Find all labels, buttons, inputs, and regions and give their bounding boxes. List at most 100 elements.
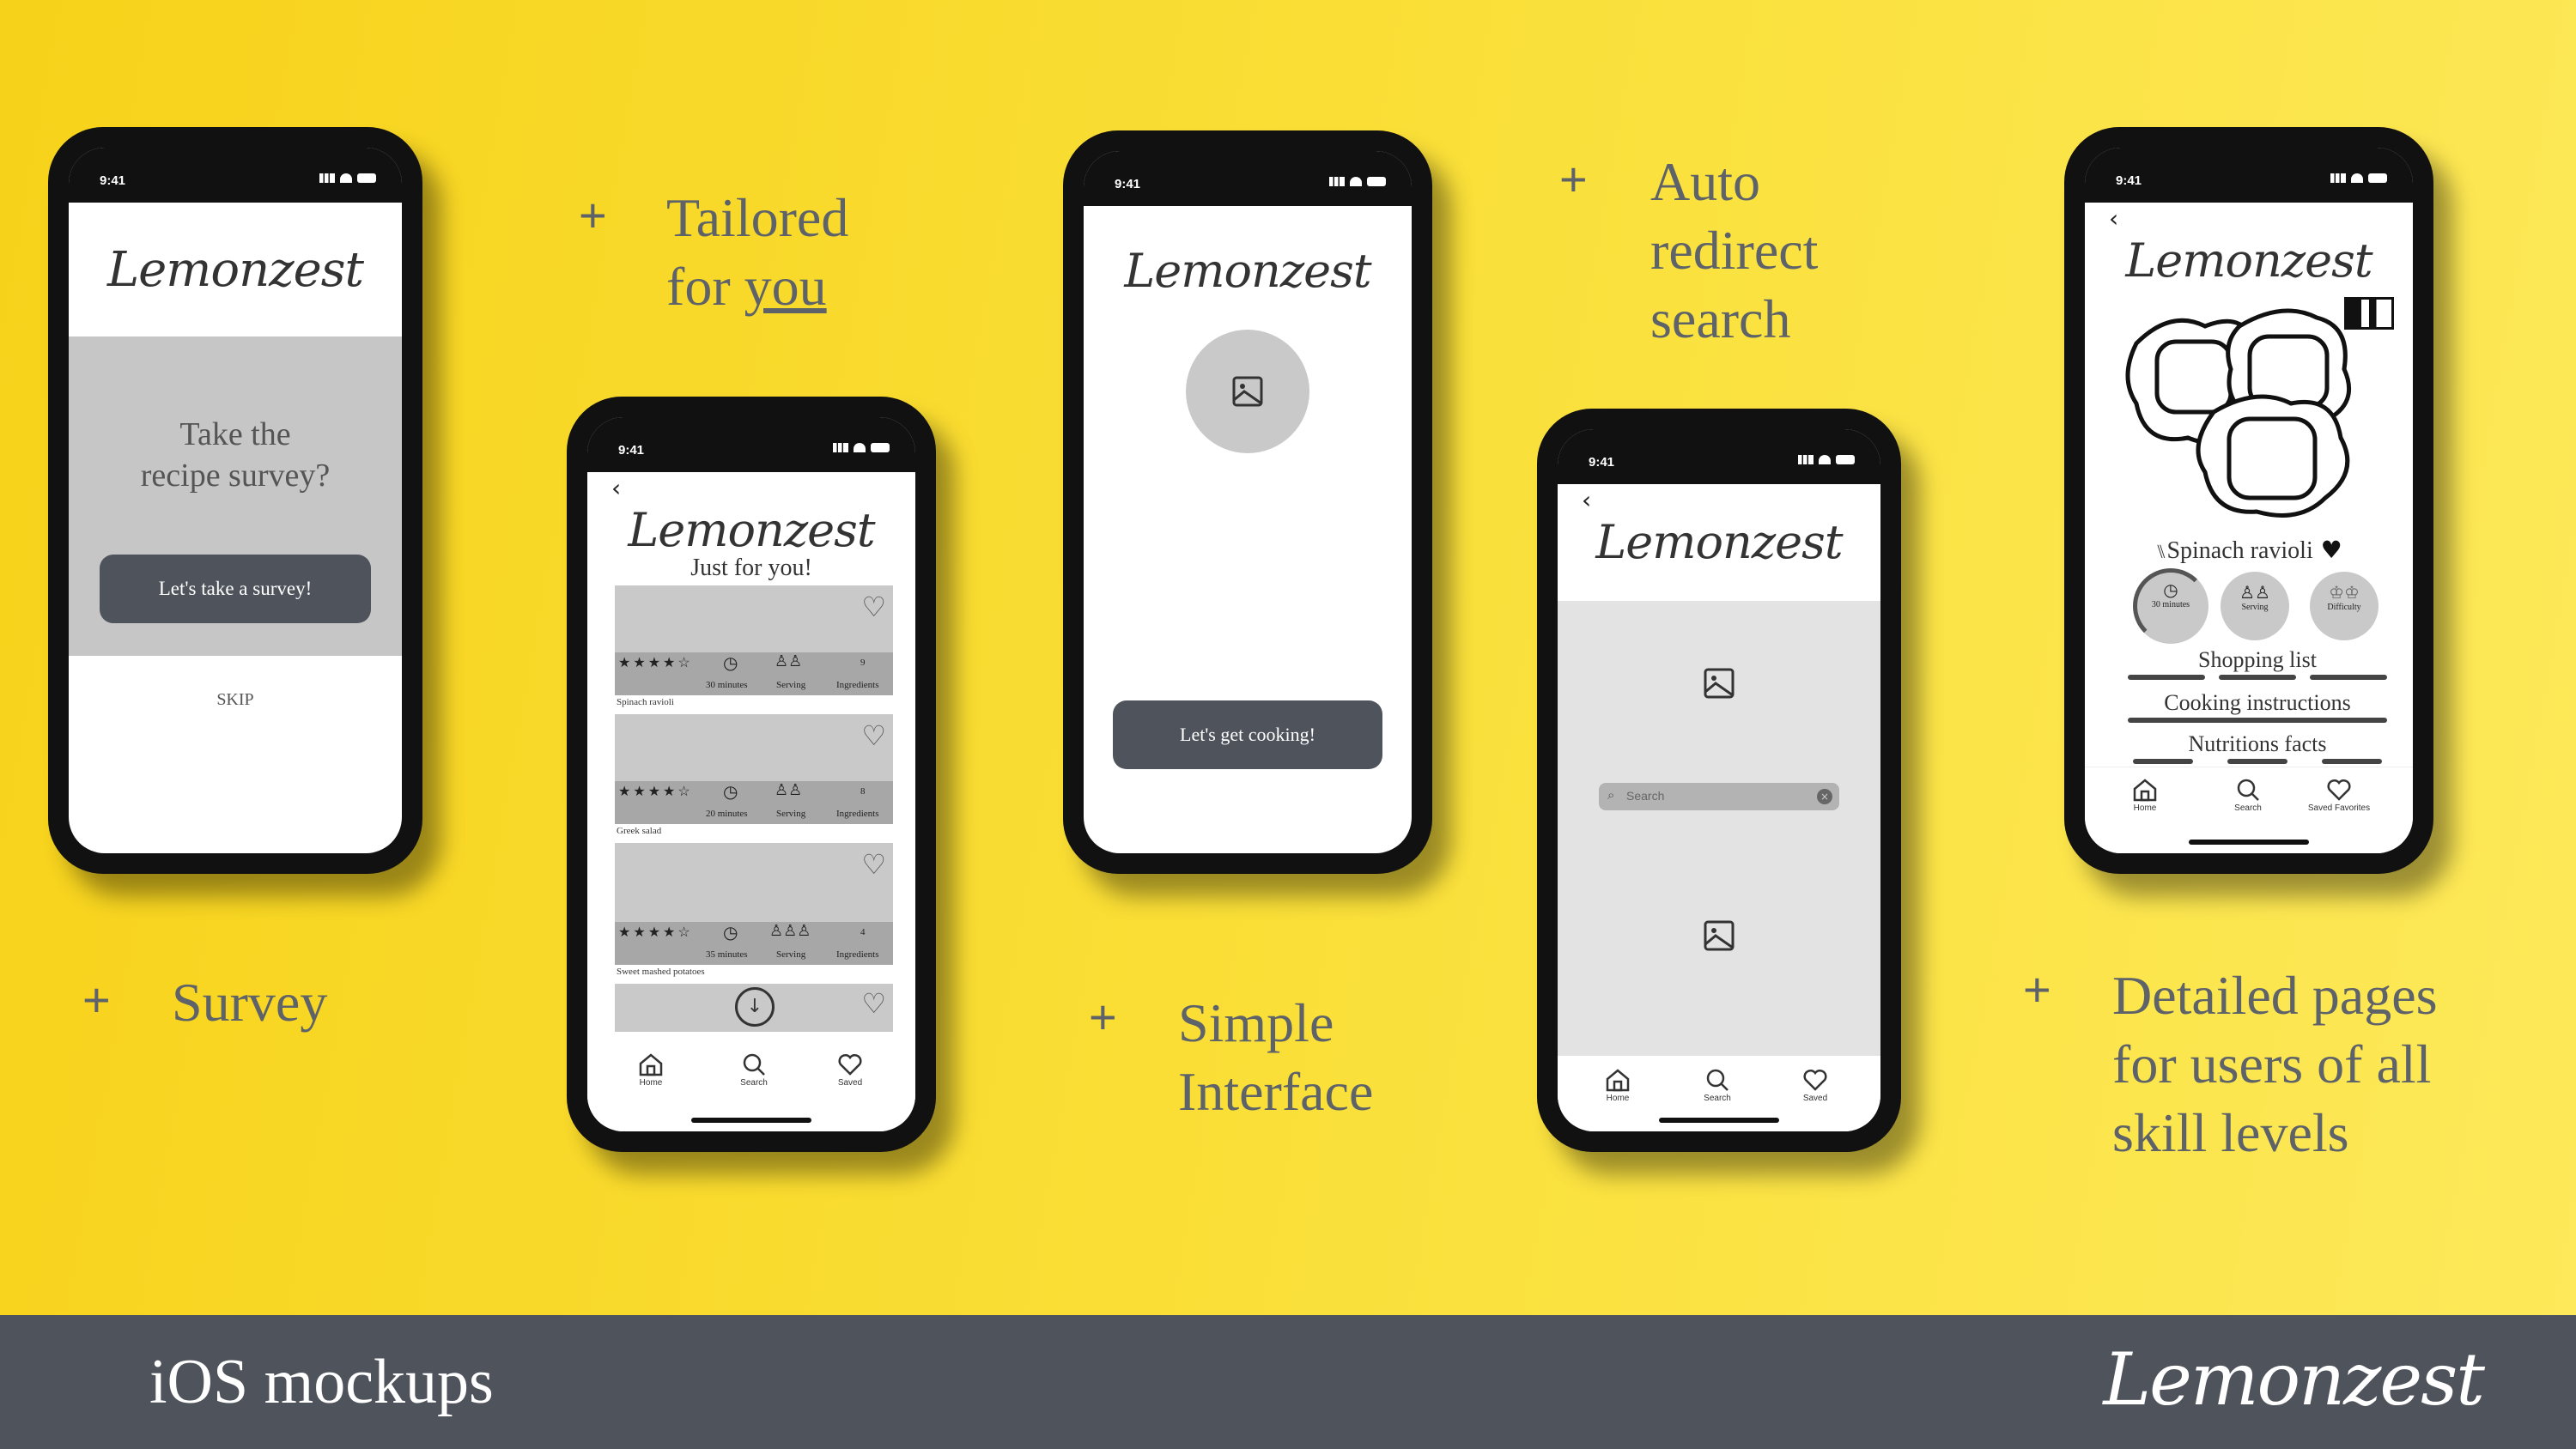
badge-difficulty-label: Difficulty — [2327, 603, 2361, 612]
rating-stars: ★★★★☆ — [618, 656, 693, 670]
app-logo: Lemonzest — [628, 503, 875, 557]
signal-icon — [833, 443, 848, 452]
phone-get-cooking: 9:41 Lemonzest Let's get cooking! — [1063, 130, 1432, 874]
phone-get-cooking-screen: 9:41 Lemonzest Let's get cooking! — [1084, 151, 1412, 853]
status-time: 9:41 — [1115, 177, 1141, 191]
wifi-icon — [340, 173, 352, 183]
heart-icon[interactable]: ♡ — [861, 987, 886, 1020]
tab-bar: Home Search Saved Favorites — [2085, 767, 2413, 853]
scroll-down-icon[interactable]: ↓ — [735, 987, 775, 1027]
search-content-area: ⌕ Search × — [1558, 601, 1880, 1056]
wifi-icon — [1819, 455, 1831, 464]
caption-simple: Simple Interface — [1178, 989, 1373, 1126]
recipe-name-row: ⑊Spinach ravioli ♥ — [2085, 536, 2413, 565]
phone-just-for-you-screen: 9:41 ‹ Lemonzest Just for you! ♡ ★★★★☆ ◷… — [587, 417, 915, 1131]
status-bar: 9:41 — [587, 417, 915, 472]
heart-icon[interactable]: ♡ — [861, 719, 886, 752]
recipe-card-partial[interactable]: ↓ ♡ — [615, 984, 893, 1032]
battery-icon — [357, 173, 376, 183]
app-logo: Lemonzest — [1595, 515, 1843, 569]
search-input[interactable]: Search — [1626, 789, 1664, 803]
caption-simple-line1: Simple — [1178, 992, 1334, 1053]
phone-recipe-detail: 9:41 ‹ Lemonzest ⑊Spinach ravioli ♥ ◷ 30… — [2064, 127, 2433, 874]
app-logo: Lemonzest — [106, 242, 364, 298]
heart-icon[interactable]: ♡ — [861, 848, 886, 881]
badge-serving-label: Serving — [2241, 603, 2269, 612]
tab-search[interactable]: Search — [2214, 778, 2282, 813]
tab-home[interactable]: Home — [2111, 778, 2179, 813]
tab-search[interactable]: Search — [720, 1052, 788, 1088]
back-chevron-icon[interactable]: ‹ — [2109, 204, 2118, 233]
serving-icon: ♙♙♙ — [769, 922, 811, 939]
take-survey-button[interactable]: Let's take a survey! — [100, 555, 371, 623]
section-shopping-list-label: Shopping list — [2198, 647, 2317, 672]
rating-stars: ★★★★☆ — [618, 785, 693, 799]
caption-detailed-line2: for users of all — [2112, 1034, 2432, 1094]
image-placeholder — [1186, 330, 1309, 453]
signal-icon — [319, 173, 335, 183]
search-icon — [2237, 779, 2259, 801]
back-chevron-icon[interactable]: ‹ — [1582, 486, 1591, 514]
ingredient-count: 4 — [860, 927, 866, 937]
survey-prompt: Take the recipe survey? — [69, 414, 402, 496]
wifi-icon — [2351, 173, 2363, 183]
tab-bar: Home Search Saved — [587, 1037, 915, 1131]
heart-outline-icon — [1803, 1069, 1827, 1091]
tab-home-label: Home — [1606, 1094, 1630, 1103]
chef-hat-icon: ♔♔ — [2329, 582, 2360, 603]
recipe-meta-strip: ★★★★☆ ◷ 30 minutes ♙♙ Serving 9 Ingredie… — [615, 652, 893, 695]
tab-search[interactable]: Search — [1683, 1068, 1752, 1103]
back-chevron-icon[interactable]: ‹ — [611, 474, 621, 502]
clear-icon[interactable]: × — [1817, 789, 1832, 804]
tab-home-label: Home — [639, 1078, 663, 1088]
recipe-card[interactable]: ♡ ★★★★☆ ◷ 20 minutes ♙♙ Serving 8 Ingred… — [615, 714, 893, 836]
tab-home[interactable]: Home — [1583, 1068, 1652, 1103]
status-bar: 9:41 — [1084, 151, 1412, 206]
section-divider — [2128, 718, 2387, 723]
home-icon — [2133, 779, 2157, 802]
recipe-title: Sweet mashed potatoes — [617, 967, 705, 977]
phone-just-for-you: 9:41 ‹ Lemonzest Just for you! ♡ ★★★★☆ ◷… — [567, 397, 936, 1152]
tab-home[interactable]: Home — [617, 1052, 685, 1088]
phone-recipe-detail-screen: 9:41 ‹ Lemonzest ⑊Spinach ravioli ♥ ◷ 30… — [2085, 148, 2413, 853]
skip-link[interactable]: SKIP — [69, 690, 402, 710]
heart-icon[interactable]: ♡ — [861, 591, 886, 623]
tab-saved[interactable]: Saved — [1781, 1068, 1850, 1103]
tab-search-label: Search — [1704, 1094, 1731, 1103]
footer-logo: Lemonzest — [2103, 1337, 2485, 1422]
serving-icon: ♙♙ — [775, 652, 803, 670]
recipe-card[interactable]: ♡ ★★★★☆ ◷ 30 minutes ♙♙ Serving 9 Ingred… — [615, 585, 893, 707]
heart-filled-icon[interactable]: ♥ — [2313, 536, 2342, 564]
just-for-you-subtitle: Just for you! — [690, 555, 812, 581]
section-cooking-instructions[interactable]: Cooking instructions — [2128, 690, 2387, 723]
section-nutrition-facts[interactable]: Nutritions facts — [2128, 731, 2387, 764]
status-time: 9:41 — [100, 173, 126, 188]
recipe-ingredients-label: Ingredients — [836, 680, 879, 690]
recipe-ingredients-label: Ingredients — [836, 949, 879, 960]
signal-icon — [1798, 455, 1814, 464]
get-cooking-button[interactable]: Let's get cooking! — [1113, 700, 1382, 769]
image-icon — [1232, 376, 1263, 407]
status-icons — [2330, 173, 2387, 183]
simple-plus-icon: + — [1089, 990, 1117, 1044]
tab-search-label: Search — [2234, 803, 2262, 813]
phone-search: 9:41 ‹ Lemonzest ⌕ Search × Home Search — [1537, 409, 1901, 1152]
caption-auto: Auto redirect search — [1650, 148, 1818, 354]
status-icons — [319, 173, 376, 183]
home-indicator — [1659, 1118, 1779, 1123]
tab-saved[interactable]: Saved Favorites — [2305, 778, 2373, 813]
survey-prompt-line2: recipe survey? — [140, 458, 331, 494]
wifi-icon — [1350, 177, 1362, 186]
search-bar[interactable]: ⌕ Search × — [1599, 783, 1839, 810]
status-bar: 9:41 — [2085, 148, 2413, 203]
tab-saved[interactable]: Saved — [816, 1052, 884, 1088]
recipe-time: 20 minutes — [706, 809, 748, 819]
recipe-meta-strip: ★★★★☆ ◷ 35 minutes ♙♙♙ Serving 4 Ingredi… — [615, 922, 893, 965]
heart-outline-icon — [2327, 779, 2351, 801]
phone-search-screen: 9:41 ‹ Lemonzest ⌕ Search × Home Search — [1558, 429, 1880, 1131]
recipe-card[interactable]: ♡ ★★★★☆ ◷ 35 minutes ♙♙♙ Serving 4 Ingre… — [615, 843, 893, 977]
recipe-time: 35 minutes — [706, 949, 748, 960]
section-shopping-list[interactable]: Shopping list — [2128, 647, 2387, 680]
recipe-ingredients-label: Ingredients — [836, 809, 879, 819]
caption-detailed: Detailed pages for users of all skill le… — [2112, 961, 2438, 1167]
